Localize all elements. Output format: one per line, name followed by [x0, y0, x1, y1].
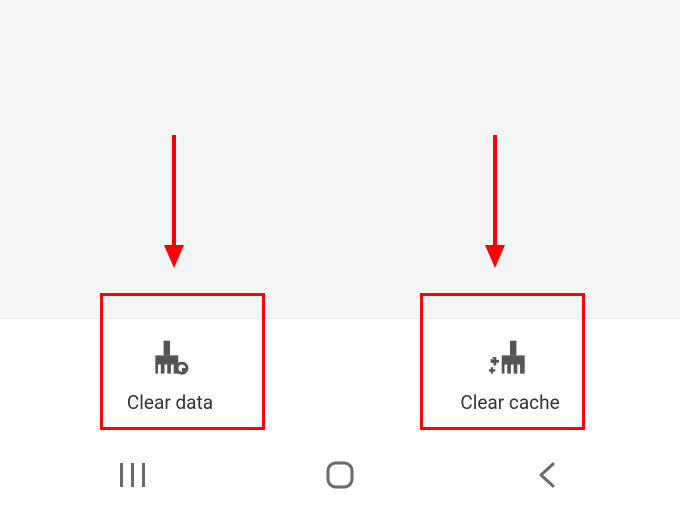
recents-icon: [119, 463, 147, 491]
home-button[interactable]: [280, 452, 400, 502]
back-button[interactable]: [487, 452, 607, 502]
clear-cache-button[interactable]: Clear cache: [410, 337, 610, 414]
clear-cache-label: Clear cache: [460, 391, 559, 414]
home-icon: [325, 460, 355, 494]
clear-data-button[interactable]: Clear data: [70, 337, 270, 414]
clear-data-label: Clear data: [127, 391, 213, 414]
back-icon: [537, 461, 557, 493]
annotation-arrow-left: [159, 130, 189, 274]
action-row: Clear data Clear cache: [0, 318, 680, 440]
navigation-bar: [0, 440, 680, 513]
broom-cache-icon: [488, 337, 532, 381]
recents-button[interactable]: [73, 452, 193, 502]
annotation-arrow-right: [480, 130, 510, 274]
broom-data-icon: [148, 337, 192, 381]
